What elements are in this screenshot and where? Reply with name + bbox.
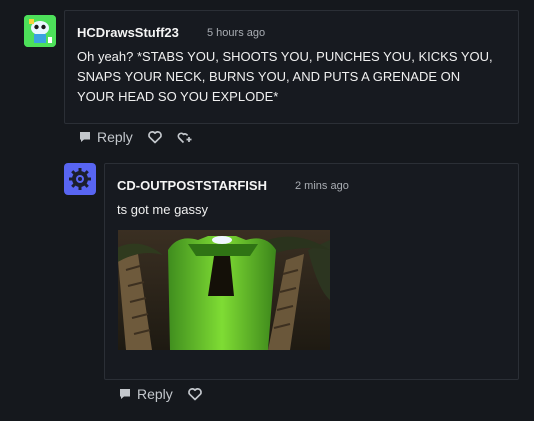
reply-button[interactable]: Reply <box>78 129 133 145</box>
comment-thread: HCDrawsStuff23 5 hours ago Oh yeah? *STA… <box>0 0 534 421</box>
heart-icon[interactable] <box>187 386 203 402</box>
gif-image[interactable] <box>118 230 330 350</box>
comment-body-line: YOUR HEAD SO YOU EXPLODE* <box>77 89 279 104</box>
comment-actions: Reply <box>118 386 203 402</box>
comment-timestamp[interactable]: 5 hours ago <box>207 27 265 39</box>
comment-body-line: Oh yeah? *STABS YOU, SHOOTS YOU, PUNCHES… <box>77 49 493 64</box>
avatar[interactable] <box>24 15 56 47</box>
reply-button[interactable]: Reply <box>118 386 173 402</box>
comment-body-line: SNAPS YOUR NECK, BURNS YOU, AND PUTS A G… <box>77 69 461 84</box>
add-reaction-icon[interactable] <box>177 129 193 145</box>
comment-card: CD-OUTPOSTSTARFISH 2 mins ago ts got me … <box>104 163 519 380</box>
avatar-drawing <box>24 15 56 47</box>
comment-card: HCDrawsStuff23 5 hours ago Oh yeah? *STA… <box>64 10 519 124</box>
gear-icon <box>69 168 91 190</box>
avatar[interactable] <box>64 163 96 195</box>
comment-timestamp[interactable]: 2 mins ago <box>295 180 349 192</box>
comment-username[interactable]: HCDrawsStuff23 <box>77 25 179 40</box>
heart-icon[interactable] <box>147 129 163 145</box>
reply-icon <box>78 130 92 144</box>
reply-label: Reply <box>97 129 133 145</box>
comment-body: Oh yeah? *STABS YOU, SHOOTS YOU, PUNCHES… <box>77 47 513 107</box>
comment-actions: Reply <box>78 129 193 145</box>
comment-username[interactable]: CD-OUTPOSTSTARFISH <box>117 178 267 193</box>
reply-icon <box>118 387 132 401</box>
reply-label: Reply <box>137 386 173 402</box>
comment-body: ts got me gassy <box>117 202 209 217</box>
